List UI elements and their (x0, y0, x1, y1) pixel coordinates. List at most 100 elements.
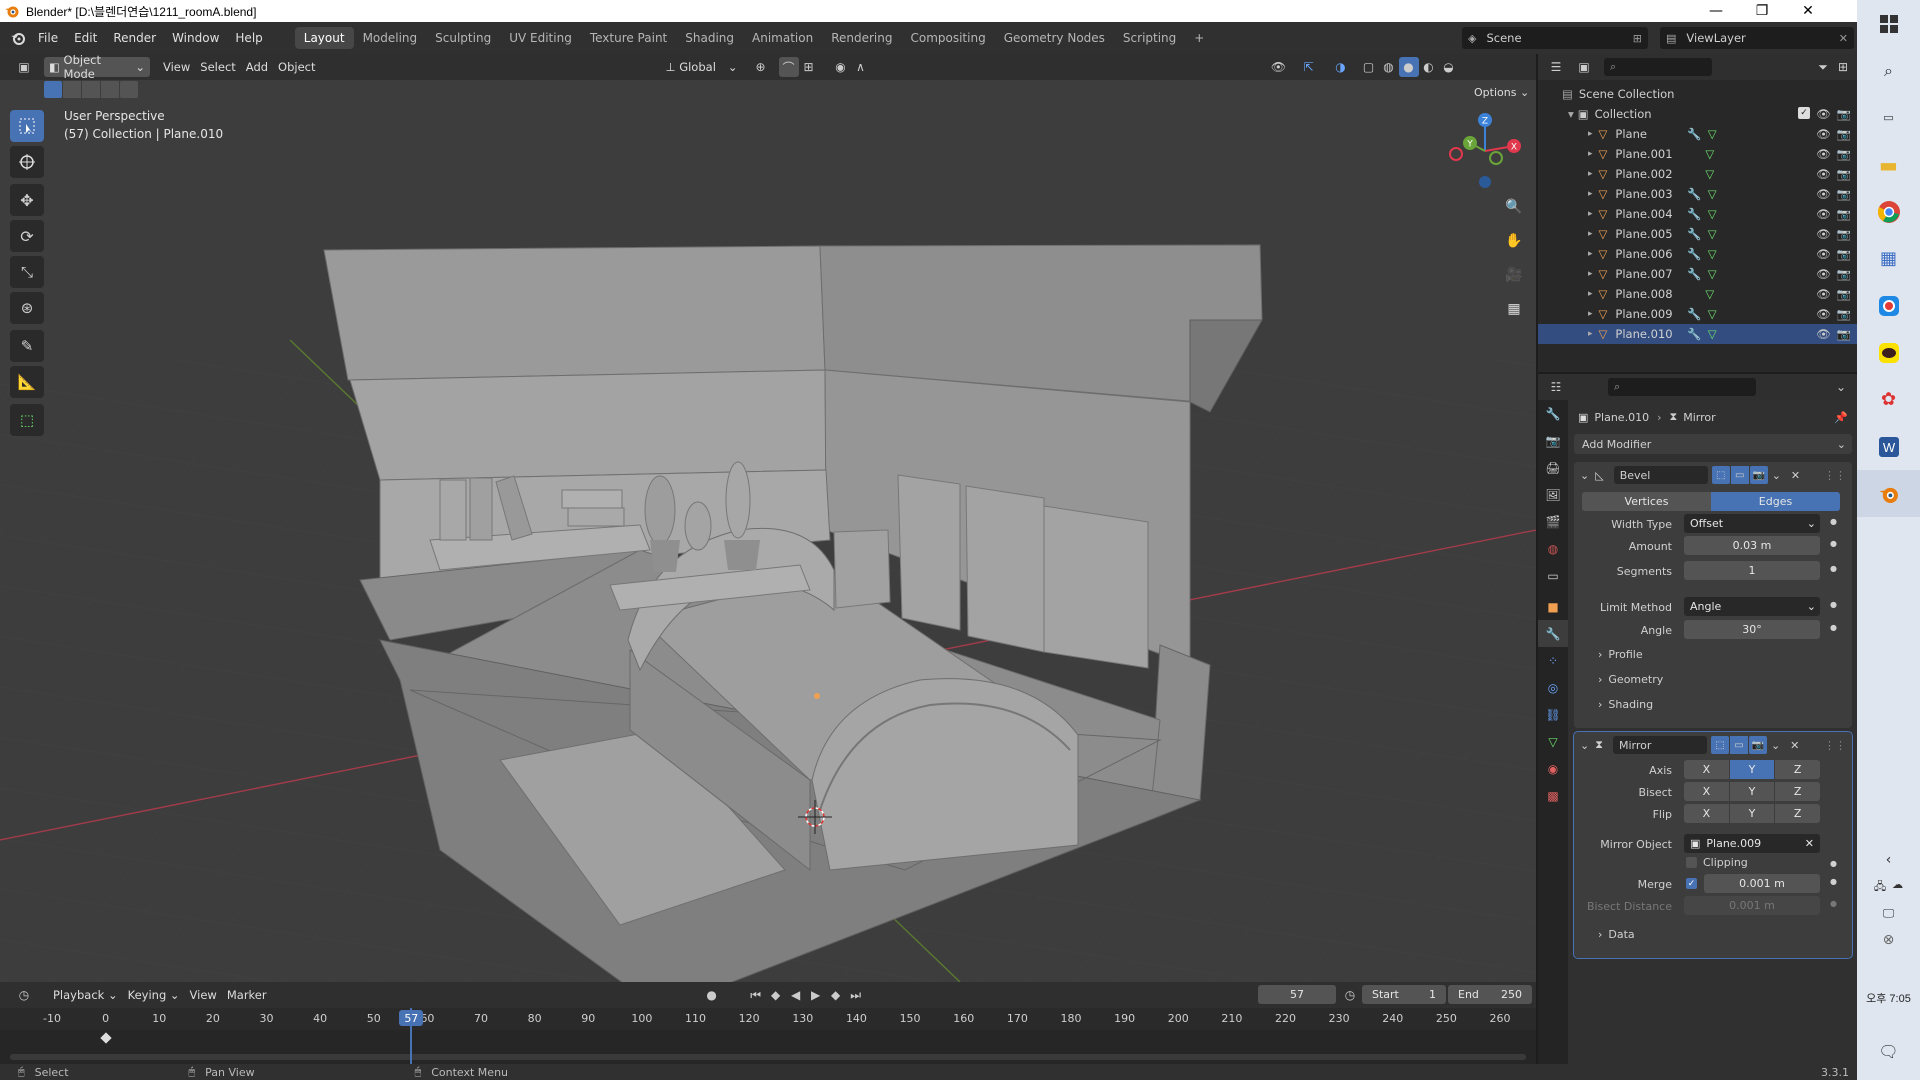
camera-icon[interactable]: 📷 (1837, 287, 1851, 301)
rotate-tool[interactable]: ⟳ (10, 220, 44, 252)
menu-help[interactable]: Help (227, 31, 270, 45)
select-subtract-icon[interactable] (82, 81, 100, 98)
gizmo-neg-z-icon[interactable] (1479, 176, 1491, 188)
expand-arrow-icon[interactable]: ▸ (1588, 329, 1593, 339)
flip-x-toggle[interactable]: X (1684, 804, 1729, 823)
outliner-object-row[interactable]: ▸ ▽ Plane.003 🔧 ▽ 👁 📷 (1538, 184, 1857, 204)
keyframe-dot-icon[interactable]: ● (1830, 539, 1837, 548)
camera-icon[interactable]: 📷 (1837, 267, 1851, 281)
timeline-ruler[interactable]: -10 0 10 20 30 40 50 60 70 80 90 100 110 120 130 140 150… (0, 1008, 1536, 1030)
remove-modifier-icon[interactable]: ✕ (1791, 469, 1800, 482)
navigation-gizmo[interactable]: Z X Y (1440, 106, 1530, 196)
menu-file[interactable]: File (30, 31, 66, 45)
modifier-wrench-icon[interactable]: 🔧 (1687, 227, 1701, 241)
move-tool[interactable]: ✥ (10, 184, 44, 216)
proportional-edit-icon[interactable]: ◉ (831, 57, 851, 77)
minimize-button[interactable]: — (1693, 0, 1739, 22)
scene-collection-row[interactable]: ▤ Scene Collection (1538, 84, 1857, 104)
gizmo-neg-y-icon[interactable] (1489, 151, 1503, 165)
axis-x-toggle[interactable]: X (1684, 760, 1729, 779)
modifier-wrench-icon[interactable]: 🔧 (1687, 247, 1701, 261)
xray-toggle-icon[interactable]: ▢ (1359, 57, 1379, 77)
jump-end-icon[interactable]: ⏭ (846, 985, 866, 1005)
eye-icon[interactable]: 👁 (1816, 147, 1831, 161)
data-tab-icon[interactable]: ▽ (1538, 728, 1568, 755)
clock[interactable]: 오후 7:05 (1857, 990, 1920, 1006)
eye-icon[interactable]: 👁 (1816, 167, 1831, 181)
rendered-shading-icon[interactable]: ◒ (1439, 57, 1459, 77)
render-tab-icon[interactable]: 📷 (1538, 427, 1568, 454)
mesh-data-icon[interactable]: ▽ (1708, 127, 1717, 141)
axis-z-toggle[interactable]: Z (1775, 760, 1821, 779)
measure-tool[interactable]: 📐 (10, 366, 44, 398)
menu-marker[interactable]: Marker (222, 985, 272, 1005)
display-icon[interactable]: 🖵 (1857, 906, 1920, 921)
cloud-icon[interactable]: ☁ (1892, 878, 1903, 897)
object-tab-icon[interactable]: ■ (1538, 593, 1568, 620)
flip-y-toggle[interactable]: Y (1729, 804, 1775, 823)
select-intersect-icon[interactable] (120, 81, 138, 98)
particles-tab-icon[interactable]: ⁘ (1538, 647, 1568, 674)
modifier-tab-icon[interactable]: 🔧 (1538, 620, 1568, 647)
timeline-scrollbar[interactable] (10, 1054, 1526, 1060)
keyframe-dot-icon[interactable]: ● (1830, 877, 1837, 886)
amount-field[interactable]: 0.03 m (1684, 536, 1820, 555)
outliner-search-input[interactable]: ⌕ (1604, 58, 1712, 76)
constraints-tab-icon[interactable]: ⛓ (1538, 701, 1568, 728)
next-keyframe-icon[interactable]: ◆ (826, 985, 846, 1005)
blender-taskbar-icon[interactable] (1857, 470, 1920, 517)
collection-tab-icon[interactable]: ▭ (1538, 562, 1568, 589)
falloff-icon[interactable]: ∧ (851, 57, 871, 77)
expand-arrow-icon[interactable]: ▸ (1588, 229, 1593, 239)
expand-arrow-icon[interactable]: ▸ (1588, 129, 1593, 139)
expand-arrow-icon[interactable]: ▸ (1588, 269, 1593, 279)
prev-keyframe-icon[interactable]: ◆ (766, 985, 786, 1005)
collapse-arrow-icon[interactable]: ⌄ (1580, 739, 1589, 752)
tab-animation[interactable]: Animation (743, 27, 822, 49)
mesh-data-icon[interactable]: ▽ (1705, 287, 1714, 301)
word-icon[interactable]: W (1857, 423, 1920, 470)
outliner-object-row[interactable]: ▸ ▽ Plane.004 🔧 ▽ 👁 📷 (1538, 204, 1857, 224)
file-explorer-icon[interactable]: ▬ (1857, 141, 1920, 188)
modifier-wrench-icon[interactable]: 🔧 (1687, 187, 1701, 201)
network-icon[interactable]: 🖧 (1874, 878, 1886, 897)
keyframe-marker[interactable] (99, 1032, 112, 1044)
record-icon[interactable]: ● (702, 985, 722, 1005)
axis-y-toggle[interactable]: Y (1729, 760, 1775, 779)
modifier-wrench-icon[interactable]: 🔧 (1687, 327, 1701, 341)
tab-shading[interactable]: Shading (676, 27, 743, 49)
jump-start-icon[interactable]: ⏮ (746, 985, 766, 1005)
collection-row[interactable]: ▾ ▣ Collection ✓ 👁 📷 (1538, 104, 1857, 124)
keyframe-dot-icon[interactable]: ● (1830, 600, 1837, 609)
menu-object[interactable]: Object (273, 57, 320, 77)
output-tab-icon[interactable]: 🖨 (1538, 454, 1568, 481)
camera-view-icon[interactable]: 🎥 (1500, 261, 1528, 289)
width-type-dropdown[interactable]: Offset ⌄ (1684, 514, 1820, 533)
mesh-data-icon[interactable]: ▽ (1708, 187, 1717, 201)
camera-icon[interactable]: 📷 (1837, 227, 1851, 241)
select-box-tool[interactable] (10, 110, 44, 142)
scene-tab-icon[interactable]: 🎬 (1538, 508, 1568, 535)
timeline-editor-icon[interactable]: ◷ (14, 985, 34, 1005)
camera-icon[interactable]: 📷 (1837, 207, 1851, 221)
bevel-name-field[interactable]: Bevel (1613, 466, 1708, 484)
overlay-toggle-icon[interactable]: ◑ (1331, 57, 1351, 77)
outliner-object-row[interactable]: ▸ ▽ Plane.010 🔧 ▽ 👁 📷 (1538, 324, 1857, 344)
remove-view-layer-icon[interactable]: ✕ (1839, 32, 1848, 45)
mesh-data-icon[interactable]: ▽ (1708, 307, 1717, 321)
modifier-wrench-icon[interactable]: 🔧 (1687, 267, 1701, 281)
eye-icon[interactable]: 👁 (1816, 207, 1831, 221)
select-extend-icon[interactable] (63, 81, 81, 98)
outliner-object-row[interactable]: ▸ ▽ Plane.008 ▽ 👁 📷 (1538, 284, 1857, 304)
camera-icon[interactable]: 📷 (1837, 307, 1851, 321)
bisect-x-toggle[interactable]: X (1684, 782, 1729, 801)
pin-icon[interactable]: ⊞ (1633, 32, 1642, 45)
maximize-button[interactable]: ❐ (1739, 0, 1785, 22)
snap-icon[interactable]: ⌒ (778, 57, 799, 77)
texture-tab-icon[interactable]: ▩ (1538, 782, 1568, 809)
play-icon[interactable]: ▶ (806, 985, 826, 1005)
properties-editor-icon[interactable]: ☷ (1546, 377, 1566, 397)
vertices-tab[interactable]: Vertices (1582, 492, 1711, 511)
render-toggle-icon[interactable]: 📷 (1749, 466, 1768, 484)
data-subpanel[interactable]: › Data (1598, 928, 1635, 941)
